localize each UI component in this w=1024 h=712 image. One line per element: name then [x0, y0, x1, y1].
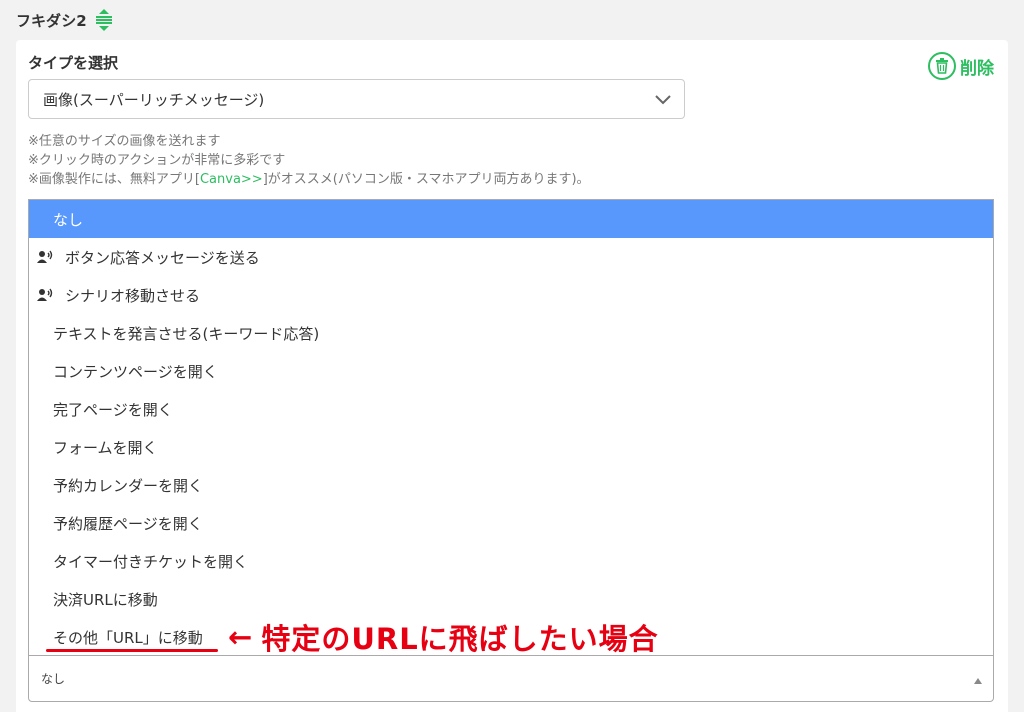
- option-label: 予約履歴ページを開く: [53, 514, 203, 533]
- drag-handle-icon[interactable]: [95, 8, 113, 32]
- note-line: ※画像製作には、無料アプリ[Canva>>]がオススメ(パソコン版・スマホアプリ…: [28, 170, 590, 189]
- trash-icon: [928, 52, 956, 80]
- action-dropdown-list: なし ボタン応答メッセージを送る シナリオ移動させる テキストを発言させる(キー…: [28, 199, 994, 659]
- delete-label: 削除: [960, 58, 994, 79]
- person-speaking-icon: [37, 250, 55, 264]
- option-label: コンテンツページを開く: [53, 362, 218, 381]
- option-label: 完了ページを開く: [53, 400, 173, 419]
- dropdown-option[interactable]: 決済URLに移動: [29, 580, 993, 618]
- chevron-down-icon: [654, 92, 672, 110]
- option-label: タイマー付きチケットを開く: [53, 552, 249, 571]
- section-header: フキダシ2: [16, 6, 113, 34]
- note-text: ]がオススメ(パソコン版・スマホアプリ両方あります)。: [262, 172, 590, 187]
- annotation-text: 特定のURLに飛ばしたい場合: [261, 622, 659, 656]
- section-title: フキダシ2: [16, 11, 87, 30]
- note-text: ※画像製作には、無料アプリ[: [28, 172, 200, 187]
- dropdown-option[interactable]: 予約カレンダーを開く: [29, 466, 993, 504]
- type-select-value: 画像(スーパーリッチメッセージ): [43, 90, 265, 109]
- action-select-value: なし: [41, 672, 66, 686]
- dropdown-option[interactable]: タイマー付きチケットを開く: [29, 542, 993, 580]
- type-select-label: タイプを選択: [28, 54, 119, 72]
- option-label: ボタン応答メッセージを送る: [65, 248, 260, 267]
- dropdown-option[interactable]: シナリオ移動させる: [29, 276, 993, 314]
- option-label: フォームを開く: [53, 438, 158, 457]
- action-select[interactable]: なし: [28, 655, 994, 702]
- notes: ※任意のサイズの画像を送れます ※クリック時のアクションが非常に多彩です ※画像…: [28, 132, 590, 189]
- dropdown-option[interactable]: コンテンツページを開く: [29, 352, 993, 390]
- type-select[interactable]: 画像(スーパーリッチメッセージ): [28, 79, 685, 119]
- option-label: なし: [53, 210, 84, 229]
- dropdown-option[interactable]: ボタン応答メッセージを送る: [29, 238, 993, 276]
- option-label: テキストを発言させる(キーワード応答): [53, 324, 320, 343]
- canva-link[interactable]: Canva>>: [200, 172, 263, 187]
- dropdown-option[interactable]: テキストを発言させる(キーワード応答): [29, 314, 993, 352]
- option-label: その他「URL」に移動: [53, 628, 203, 647]
- caret-up-icon: [973, 674, 983, 688]
- dropdown-option[interactable]: フォームを開く: [29, 428, 993, 466]
- note-line: ※任意のサイズの画像を送れます: [28, 134, 221, 149]
- option-label: 予約カレンダーを開く: [53, 476, 204, 495]
- option-label: 決済URLに移動: [53, 590, 158, 609]
- delete-button[interactable]: 削除: [928, 52, 994, 80]
- dropdown-option[interactable]: 予約履歴ページを開く: [29, 504, 993, 542]
- person-speaking-icon: [37, 288, 55, 302]
- option-label: シナリオ移動させる: [65, 286, 201, 305]
- annotation: ← 特定のURLに飛ばしたい場合: [228, 616, 659, 658]
- dropdown-option[interactable]: なし: [29, 200, 993, 238]
- note-line: ※クリック時のアクションが非常に多彩です: [28, 153, 286, 168]
- dropdown-option[interactable]: 完了ページを開く: [29, 390, 993, 428]
- annotation-underline: [46, 649, 218, 652]
- left-arrow-icon: ←: [228, 620, 254, 654]
- balloon-settings-card: タイプを選択 削除 画像(スーパーリッチメッセージ) ※任意のサイズの画像を送れ…: [16, 40, 1008, 712]
